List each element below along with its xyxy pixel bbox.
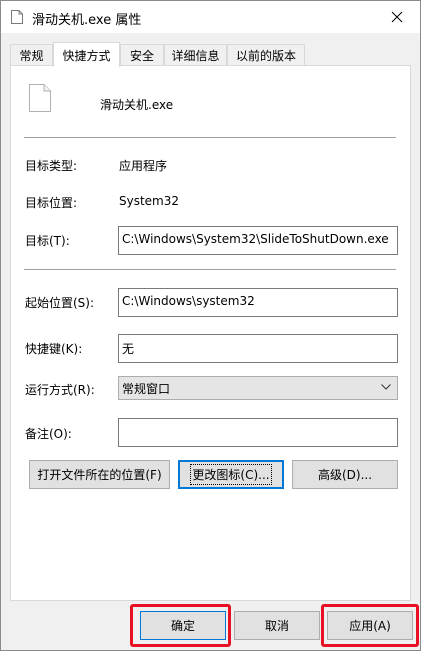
shortcut-key-label: 快捷键(K): — [25, 342, 83, 356]
tab-shortcut[interactable]: 快捷方式 — [53, 42, 120, 67]
change-icon-label: 更改图标(C)... — [190, 464, 272, 485]
apply-button[interactable]: 应用(A) — [327, 611, 413, 640]
target-type-value: 应用程序 — [119, 159, 168, 173]
file-icon — [11, 10, 23, 24]
document-icon — [29, 84, 51, 112]
target-type-label: 目标类型: — [25, 159, 78, 173]
tab-label: 安全 — [129, 48, 154, 63]
start-in-input[interactable]: C:\Windows\system32 — [118, 288, 398, 317]
run-label: 运行方式(R): — [25, 383, 95, 397]
divider — [24, 137, 396, 138]
advanced-button[interactable]: 高级(D)... — [292, 460, 398, 489]
title-bar: 滑动关机.exe 属性 — [1, 1, 420, 33]
apply-label: 应用(A) — [349, 619, 391, 633]
close-icon — [391, 11, 403, 23]
tab-previous-versions[interactable]: 以前的版本 — [227, 44, 305, 65]
tab-label: 以前的版本 — [235, 48, 296, 63]
cancel-label: 取消 — [264, 619, 289, 633]
cancel-button[interactable]: 取消 — [234, 611, 320, 640]
change-icon-button[interactable]: 更改图标(C)... — [178, 460, 284, 489]
tab-general[interactable]: 常规 — [10, 44, 53, 65]
shortcut-key-input[interactable]: 无 — [118, 334, 398, 363]
target-label: 目标(T): — [25, 234, 70, 248]
properties-window: 滑动关机.exe 属性 常规 快捷方式 安全 详细信息 以前的版本 滑动关机.e… — [0, 0, 421, 651]
tab-label: 常规 — [19, 48, 44, 63]
target-input[interactable]: C:\Windows\System32\SlideToShutDown.exe — [118, 226, 398, 255]
window-title: 滑动关机.exe 属性 — [32, 13, 142, 28]
run-select-value: 常规窗口 — [122, 382, 171, 396]
ok-button[interactable]: 确定 — [140, 611, 226, 640]
divider — [24, 269, 396, 270]
tab-label: 详细信息 — [171, 48, 220, 63]
shortcut-panel: 滑动关机.exe 目标类型: 应用程序 目标位置: System32 目标(T)… — [10, 65, 411, 601]
chevron-down-icon — [381, 384, 391, 390]
comment-input[interactable] — [118, 418, 398, 447]
advanced-label: 高级(D)... — [317, 468, 373, 482]
open-file-location-button[interactable]: 打开文件所在的位置(F) — [29, 460, 170, 489]
ok-label: 确定 — [170, 619, 195, 633]
comment-label: 备注(O): — [25, 427, 72, 441]
file-name: 滑动关机.exe — [100, 98, 174, 112]
tab-security[interactable]: 安全 — [120, 44, 164, 65]
tab-label: 快捷方式 — [62, 48, 111, 63]
run-select[interactable]: 常规窗口 — [118, 376, 398, 400]
target-location-label: 目标位置: — [25, 196, 78, 210]
target-location-value: System32 — [119, 194, 180, 208]
open-file-location-label: 打开文件所在的位置(F) — [37, 468, 162, 482]
close-button[interactable] — [374, 1, 420, 33]
start-in-label: 起始位置(S): — [25, 296, 95, 310]
tab-details[interactable]: 详细信息 — [164, 44, 227, 65]
